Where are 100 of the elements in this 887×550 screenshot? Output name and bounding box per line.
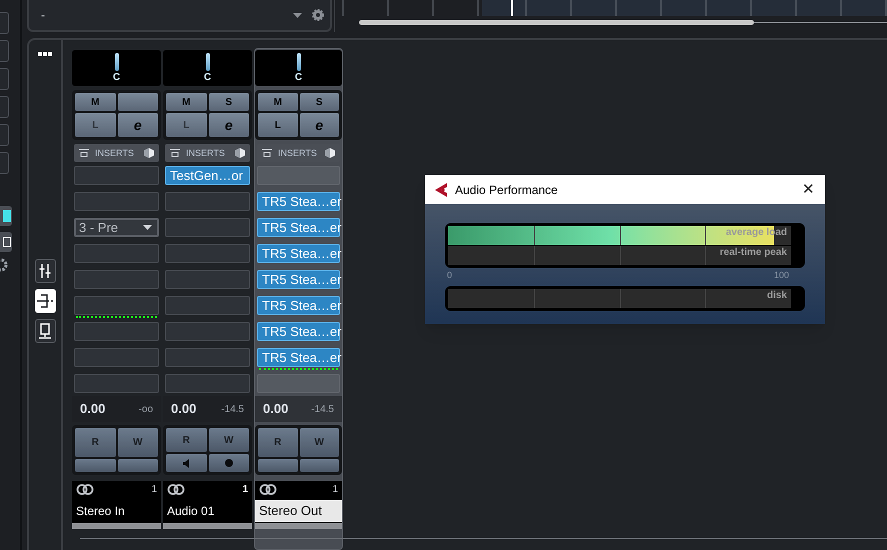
settings-icon[interactable] xyxy=(0,258,8,272)
peak-value: -14.5 xyxy=(311,402,334,416)
blank-button[interactable] xyxy=(258,458,298,472)
preset-icon xyxy=(235,148,245,158)
inserts-header[interactable]: INSERTS xyxy=(165,144,250,162)
channel-button[interactable]: M xyxy=(258,93,298,111)
channel-button[interactable]: S xyxy=(208,93,249,111)
pan-display[interactable]: C xyxy=(163,50,252,86)
dropdown-arrow-icon[interactable] xyxy=(293,12,302,18)
pan-value: C xyxy=(294,73,302,83)
plugin-slot[interactable]: TR5 Stea…er xyxy=(257,270,340,292)
channel-name[interactable]: Stereo Out xyxy=(255,500,342,522)
plugin-slot[interactable]: TR5 Stea…er xyxy=(257,322,340,344)
horizontal-scrollbar[interactable] xyxy=(357,20,887,25)
automation-button[interactable]: R xyxy=(258,428,298,456)
automation-button[interactable]: R xyxy=(75,428,116,456)
channel-number: 1 xyxy=(332,484,338,494)
inserts-header-icon xyxy=(170,149,180,157)
channel-name-panel[interactable]: 1 Audio 01 xyxy=(163,481,252,523)
insert-slot[interactable] xyxy=(74,296,159,318)
plugin-slot[interactable]: TR5 Stea…er xyxy=(257,296,340,318)
preset-icon xyxy=(325,148,335,158)
automation-button[interactable]: W xyxy=(118,428,158,456)
pan-indicator xyxy=(114,53,118,71)
pan-indicator xyxy=(296,53,300,71)
monitor-button[interactable] xyxy=(166,454,206,472)
automation-button[interactable]: R xyxy=(166,428,206,452)
inserts-icon xyxy=(37,294,53,308)
mixer-channel[interactable]: C M L e INSERTS 3 - Pre 0.00 -oo R W 1 Stereo In xyxy=(72,50,161,550)
monitor-icon xyxy=(38,323,52,339)
side-button[interactable] xyxy=(0,124,9,146)
app-logo-icon xyxy=(435,182,447,196)
side-button[interactable] xyxy=(0,12,9,34)
plugin-slot[interactable]: TR5 Stea…er xyxy=(257,192,340,214)
pan-value: C xyxy=(112,73,120,83)
volume-value[interactable]: 0.00 xyxy=(80,399,106,419)
speaker-icon xyxy=(182,458,190,468)
stereo-link-icon xyxy=(76,484,94,495)
view-tool-button[interactable] xyxy=(34,289,56,313)
channel-button[interactable]: L xyxy=(75,113,116,137)
channel-name-panel[interactable]: 1 Stereo In xyxy=(72,481,161,523)
stereo-link-icon xyxy=(167,484,185,495)
scale-max: 100 xyxy=(774,271,789,280)
window-layout-button[interactable] xyxy=(0,206,12,226)
plugin-slot[interactable]: TestGen…or xyxy=(165,166,250,188)
view-tool-button[interactable] xyxy=(34,319,56,343)
channel-button[interactable]: M xyxy=(166,93,206,111)
meter-label: real-time peak xyxy=(720,248,787,258)
insert-dropdown[interactable]: 3 - Pre xyxy=(74,218,159,240)
inserts-header-icon xyxy=(79,149,89,157)
document-button[interactable] xyxy=(0,232,12,252)
close-button[interactable]: ✕ xyxy=(802,182,815,197)
automation-button[interactable]: W xyxy=(208,428,249,452)
view-tool-button[interactable] xyxy=(34,259,56,283)
channel-number: 1 xyxy=(242,484,248,494)
inserts-header[interactable]: INSERTS xyxy=(74,144,159,162)
faders-icon xyxy=(38,263,52,279)
channel-button[interactable]: e xyxy=(208,113,249,137)
channel-name-panel[interactable]: 1 Stereo Out xyxy=(255,481,342,523)
pan-indicator xyxy=(206,53,210,71)
timeline[interactable] xyxy=(334,0,887,32)
channel-button[interactable]: M xyxy=(75,93,116,111)
mixer-channel[interactable]: C M S L e INSERTS TestGen…or 0.00 -14.5 R W 1 Audio 01 xyxy=(163,50,252,550)
record-button[interactable] xyxy=(208,454,249,472)
blank-button[interactable] xyxy=(75,458,116,472)
meter-label: disk xyxy=(766,291,787,301)
plugin-slot[interactable]: TR5 Stea…er xyxy=(257,218,340,240)
side-button[interactable] xyxy=(0,40,9,62)
blank-button[interactable] xyxy=(118,458,158,472)
record-icon xyxy=(224,459,233,467)
pan-value: C xyxy=(204,73,212,83)
channel-name[interactable]: Audio 01 xyxy=(163,500,252,522)
stereo-link-icon xyxy=(259,484,277,495)
channel-name[interactable]: Stereo In xyxy=(72,500,161,522)
side-button[interactable] xyxy=(0,68,9,90)
inserts-label: INSERTS xyxy=(278,148,318,158)
side-button[interactable] xyxy=(0,96,9,118)
volume-value[interactable]: 0.00 xyxy=(263,399,288,419)
pan-display[interactable]: C xyxy=(72,50,161,86)
settings-icon[interactable] xyxy=(312,9,324,21)
blank-button[interactable] xyxy=(300,458,339,472)
channel-button[interactable]: e xyxy=(118,113,158,137)
pan-display[interactable]: C xyxy=(255,50,342,86)
window-title: Audio Performance xyxy=(455,182,559,198)
dropdown-arrow-icon xyxy=(143,225,152,230)
peak-value: -14.5 xyxy=(221,402,244,416)
plugin-slot[interactable]: TR5 Stea…er xyxy=(257,244,340,266)
channel-button[interactable]: e xyxy=(300,113,339,137)
preset-value[interactable]: - xyxy=(41,6,283,24)
side-button[interactable] xyxy=(0,152,9,174)
channel-button[interactable]: L xyxy=(166,113,206,137)
inserts-label: INSERTS xyxy=(186,148,226,158)
plugin-slot[interactable]: TR5 Stea…er xyxy=(257,348,340,370)
channel-button[interactable]: S xyxy=(300,93,339,111)
channel-button[interactable]: L xyxy=(258,113,298,137)
automation-button[interactable]: W xyxy=(300,428,339,456)
more-icon[interactable] xyxy=(38,52,52,56)
inserts-header-icon xyxy=(262,149,272,157)
volume-value[interactable]: 0.00 xyxy=(171,399,196,419)
mixer-channel[interactable]: C M S L e INSERTS TR5 Stea…er TR5 Stea…er TR5 Stea…er TR5 Stea…er TR5 Stea…er TR5 Stea…er TR5 Stea…er 0.00 -14.5 R W 1 Stereo Out xyxy=(254,48,343,550)
